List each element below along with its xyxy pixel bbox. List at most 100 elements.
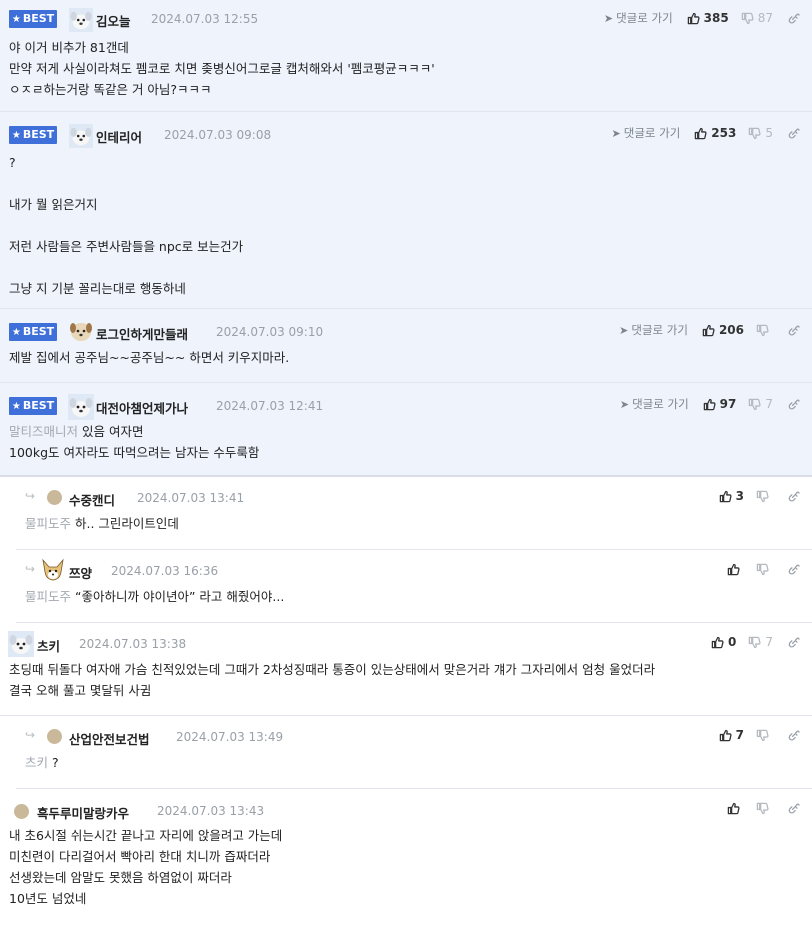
link-icon[interactable] (787, 636, 800, 649)
reply-comment: ↪ 산업안전보건법 2024.07.03 13:49 7 츠키 ? (16, 716, 812, 789)
comment-body: 물피도주 하.. 그린라이트인데 (25, 516, 179, 531)
comment-body: 츠키 ? (25, 755, 59, 770)
best-badge: ★ BEST (9, 10, 57, 28)
thumbs-up-icon (703, 398, 716, 411)
thumbs-up-icon (719, 729, 732, 742)
best-badge: ★ BEST (9, 126, 57, 144)
mention-link[interactable]: 말티즈매니저 (9, 424, 78, 439)
go-to-reply-button[interactable]: ➤ 댓글로 가기 (619, 322, 688, 338)
mention-link[interactable]: 츠키 (25, 755, 48, 770)
thumbs-up-icon (702, 324, 715, 337)
nickname[interactable]: 김오늘 (96, 11, 131, 30)
thumbs-down-icon (741, 12, 754, 25)
dislike-button[interactable] (756, 729, 773, 742)
dislike-button[interactable] (756, 802, 773, 815)
like-button[interactable]: 97 (703, 397, 736, 411)
avatar[interactable] (14, 804, 29, 819)
thumbs-up-icon (719, 490, 732, 503)
dislike-button[interactable] (756, 490, 773, 503)
nickname[interactable]: 수중캔디 (69, 490, 115, 509)
dislike-button[interactable]: 5 (748, 126, 773, 140)
thumbs-up-icon (727, 563, 740, 576)
send-icon: ➤ (619, 397, 630, 411)
avatar[interactable] (47, 490, 62, 505)
comment-body: 야 이거 비추가 81갠데 만약 저게 사실이라쳐도 펨코로 치면 좆병신어그로글… (9, 40, 435, 97)
nickname[interactable]: 츠키 (37, 636, 60, 655)
comment-body: 물피도주 “좋아하니까 야이년아” 라고 해줬어야... (25, 589, 285, 604)
thumbs-down-icon (748, 127, 761, 140)
link-icon[interactable] (787, 324, 800, 337)
like-button[interactable]: 7 (719, 728, 744, 742)
comment-date: 2024.07.03 12:55 (151, 12, 259, 26)
dislike-button[interactable] (756, 563, 773, 576)
comment-body: 내 초6시절 쉬는시간 끝나고 자리에 앉을려고 가는데 미친련이 다리걸어서 빡… (9, 828, 283, 906)
go-to-reply-button[interactable]: ➤ 댓글로 가기 (620, 396, 689, 412)
like-button[interactable]: 385 (687, 11, 729, 25)
thumbs-up-icon (727, 802, 740, 815)
comment-best-4: ★ BEST 대전아챔언제가나 2024.07.03 12:41 ➤ 댓글로 가기 … (0, 383, 812, 477)
like-button[interactable]: 253 (694, 126, 736, 140)
send-icon: ➤ (619, 323, 629, 337)
nickname[interactable]: 로그인하게만들래 (96, 324, 188, 343)
avatar[interactable] (40, 558, 66, 582)
link-icon[interactable] (787, 563, 800, 576)
comment-best-2: ★ BEST 인테리어 2024.07.03 09:08 ➤ 댓글로 가기 253 … (0, 112, 812, 309)
like-button[interactable]: 0 (711, 635, 736, 649)
thumbs-down-icon (748, 636, 761, 649)
star-icon: ★ (11, 327, 21, 338)
mention-link[interactable]: 물피도주 (25, 516, 71, 531)
comment-date: 2024.07.03 12:41 (216, 399, 324, 413)
thumbs-up-icon (694, 127, 707, 140)
star-icon: ★ (11, 14, 21, 25)
comment-date: 2024.07.03 09:10 (216, 325, 324, 339)
star-icon: ★ (11, 401, 21, 412)
comment-date: 2024.07.03 13:43 (157, 804, 265, 818)
mention-link[interactable]: 물피도주 (25, 589, 71, 604)
thumbs-down-icon (756, 729, 769, 742)
reply-comment: ↪ 쯔양 2024.07.03 16:36 물피도주 “좋아하니까 야이년아” … (16, 550, 812, 623)
nickname[interactable]: 대전아챔언제가나 (96, 398, 188, 417)
link-icon[interactable] (787, 127, 800, 140)
like-button[interactable]: 3 (719, 489, 744, 503)
thumbs-down-icon (756, 563, 769, 576)
comment: 흑두루미말랑카우 2024.07.03 13:43 내 초6시절 쉬는시간 끝나… (0, 789, 812, 921)
dislike-button[interactable] (756, 324, 773, 337)
nickname[interactable]: 인테리어 (96, 127, 142, 146)
link-icon[interactable] (787, 802, 800, 815)
nickname[interactable]: 쯔양 (69, 563, 92, 582)
best-badge: ★ BEST (9, 323, 57, 341)
link-icon[interactable] (787, 490, 800, 503)
star-icon: ★ (11, 130, 21, 141)
like-button[interactable]: 206 (702, 323, 744, 337)
go-to-reply-button[interactable]: ➤ 댓글로 가기 (604, 10, 673, 26)
like-button[interactable] (727, 802, 744, 815)
link-icon[interactable] (787, 398, 800, 411)
avatar[interactable] (68, 124, 94, 148)
avatar[interactable] (8, 631, 34, 657)
thumbs-down-icon (748, 398, 761, 411)
comment-date: 2024.07.03 09:08 (164, 128, 272, 142)
avatar[interactable] (68, 8, 94, 32)
comment-best-1: ★ BEST 김오늘 2024.07.03 12:55 ➤ 댓글로 가기 385 8… (0, 0, 812, 112)
nickname[interactable]: 산업안전보건법 (69, 729, 150, 748)
comment-body: 제발 집에서 공주님~~공주님~~ 하면서 키우지마라. (9, 350, 290, 365)
reply-arrow-icon: ↪ (25, 489, 36, 503)
like-button[interactable] (727, 563, 744, 576)
avatar[interactable] (69, 320, 93, 342)
thumbs-down-icon (756, 490, 769, 503)
reply-arrow-icon: ↪ (25, 728, 36, 742)
link-icon[interactable] (787, 729, 800, 742)
dislike-button[interactable]: 87 (741, 11, 773, 25)
comment-date: 2024.07.03 13:38 (79, 637, 187, 651)
reply-arrow-icon: ↪ (25, 562, 36, 576)
nickname[interactable]: 흑두루미말랑카우 (37, 803, 129, 822)
link-icon[interactable] (787, 12, 800, 25)
dislike-button[interactable]: 7 (748, 635, 773, 649)
go-to-reply-button[interactable]: ➤ 댓글로 가기 (612, 125, 681, 141)
comment-date: 2024.07.03 16:36 (111, 564, 219, 578)
dislike-button[interactable]: 7 (748, 397, 773, 411)
avatar[interactable] (47, 729, 62, 744)
thumbs-up-icon (687, 12, 700, 25)
thumbs-down-icon (756, 802, 769, 815)
avatar[interactable] (68, 394, 94, 420)
